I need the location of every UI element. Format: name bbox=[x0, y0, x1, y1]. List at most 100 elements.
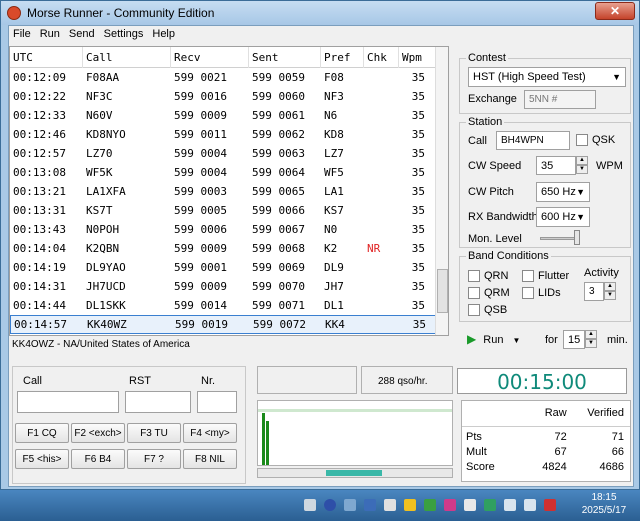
score-cell: Pts bbox=[466, 431, 482, 443]
chevron-up-icon[interactable] bbox=[344, 499, 356, 511]
table-row[interactable]: 00:12:33 N60V 599 0009 599 0061 N6 35 bbox=[10, 106, 448, 125]
qrm-checkbox[interactable] bbox=[468, 287, 480, 299]
table-row[interactable]: 00:12:22 NF3C 599 0016 599 0060 NF3 35 bbox=[10, 87, 448, 106]
col-recv[interactable]: Recv bbox=[171, 47, 249, 68]
table-row[interactable]: 00:14:44 DL1SKK 599 0014 599 0071 DL1 35 bbox=[10, 296, 448, 315]
log-scrollbar[interactable] bbox=[435, 47, 448, 335]
cell-sent: 599 0068 bbox=[252, 242, 305, 255]
activity-field[interactable]: 3 bbox=[584, 282, 604, 301]
table-row[interactable]: 00:13:21 LA1XFA 599 0003 599 0065 LA1 35 bbox=[10, 182, 448, 201]
exchange-field[interactable]: 5NN # bbox=[524, 90, 596, 109]
app-tray-icon[interactable] bbox=[424, 499, 436, 511]
cw-speed-spinner[interactable]: ▲ ▼ bbox=[576, 156, 588, 174]
col-sent[interactable]: Sent bbox=[249, 47, 321, 68]
f4-my-button[interactable]: F4 <my> bbox=[183, 423, 237, 443]
table-row[interactable]: 00:12:09 F08AA 599 0021 599 0059 F08 35 bbox=[10, 68, 448, 87]
lids-checkbox[interactable] bbox=[522, 287, 534, 299]
cell-utc: 00:14:44 bbox=[13, 299, 66, 312]
cell-sent: 599 0066 bbox=[252, 204, 305, 217]
rx-bandwidth-select[interactable]: 600 Hz ▼ bbox=[536, 207, 590, 227]
help-icon[interactable] bbox=[324, 499, 336, 511]
score-row: Score 4824 4686 bbox=[462, 461, 630, 476]
table-row[interactable]: 00:14:57 KK40WZ 599 0019 599 0072 KK4 35 bbox=[10, 315, 448, 334]
col-utc[interactable]: UTC bbox=[10, 47, 83, 68]
run-minutes-field[interactable]: 15 bbox=[563, 330, 585, 349]
mon-level-handle[interactable] bbox=[574, 230, 580, 245]
volume-icon[interactable] bbox=[504, 499, 516, 511]
table-row[interactable]: 00:14:04 K2QBN 599 0009 599 0068 K2 NR 35 bbox=[10, 239, 448, 258]
dropdown-arrow-icon[interactable]: ▼ bbox=[513, 336, 521, 345]
qrn-checkbox[interactable] bbox=[468, 270, 480, 282]
signal-icon[interactable] bbox=[524, 499, 536, 511]
col-pref[interactable]: Pref bbox=[321, 47, 364, 68]
table-row[interactable]: 00:13:43 N0POH 599 0006 599 0067 N0 35 bbox=[10, 220, 448, 239]
table-row[interactable]: 00:14:19 DL9YAO 599 0001 599 0069 DL9 35 bbox=[10, 258, 448, 277]
tuning-indicator[interactable] bbox=[326, 470, 382, 476]
f7-question-button[interactable]: F7 ? bbox=[127, 449, 181, 469]
f6-b4-button[interactable]: F6 B4 bbox=[71, 449, 125, 469]
cw-speed-label: CW Speed bbox=[468, 160, 522, 172]
f1-cq-button[interactable]: F1 CQ bbox=[15, 423, 69, 443]
cell-call: LZ70 bbox=[86, 147, 113, 160]
cw-speed-field[interactable]: 35 bbox=[536, 156, 576, 175]
security-icon[interactable] bbox=[404, 499, 416, 511]
scroll-thumb[interactable] bbox=[437, 269, 448, 313]
tray-clock[interactable]: 18:15 2025/5/17 bbox=[580, 492, 628, 516]
table-row[interactable]: 00:14:31 JH7UCD 599 0009 599 0070 JH7 35 bbox=[10, 277, 448, 296]
menu-help[interactable]: Help bbox=[148, 26, 180, 44]
network-icon[interactable] bbox=[364, 499, 376, 511]
keyboard-icon[interactable] bbox=[304, 499, 316, 511]
cell-pref: KS7 bbox=[324, 204, 344, 217]
run-minutes-spinner[interactable]: ▲ ▼ bbox=[585, 330, 597, 348]
col-wpm[interactable]: Wpm bbox=[399, 47, 429, 68]
f2-exch-button[interactable]: F2 <exch> bbox=[71, 423, 125, 443]
cell-call: KD8NYO bbox=[86, 128, 126, 141]
station-call-field[interactable]: BH4WPN bbox=[496, 131, 570, 150]
qso-log[interactable]: UTC Call Recv Sent Pref Chk Wpm 00:12:09… bbox=[9, 46, 449, 336]
menu-send[interactable]: Send bbox=[65, 26, 100, 44]
menu-run[interactable]: Run bbox=[36, 26, 65, 44]
cell-utc: 00:12:22 bbox=[13, 90, 66, 103]
close-button[interactable]: ✕ bbox=[595, 2, 635, 20]
run-button[interactable]: ▶ Run ▼ bbox=[467, 332, 520, 346]
score-cell: 4686 bbox=[599, 461, 624, 473]
flutter-checkbox[interactable] bbox=[522, 270, 534, 282]
col-chk[interactable]: Chk bbox=[364, 47, 399, 68]
col-call[interactable]: Call bbox=[83, 47, 171, 68]
f8-nil-button[interactable]: F8 NIL bbox=[183, 449, 237, 469]
tuning-bar[interactable] bbox=[257, 468, 453, 478]
menu-file[interactable]: File bbox=[9, 26, 36, 44]
notification-icon[interactable] bbox=[544, 499, 556, 511]
entry-rst-input[interactable] bbox=[125, 391, 191, 413]
f3-tu-button[interactable]: F3 TU bbox=[127, 423, 181, 443]
app-tray-icon-2[interactable] bbox=[444, 499, 456, 511]
cell-pref: K2 bbox=[324, 242, 338, 255]
title-bar[interactable]: Morse Runner - Community Edition ✕ bbox=[1, 1, 639, 25]
entry-call-input[interactable] bbox=[17, 391, 119, 413]
cell-utc: 00:14:04 bbox=[13, 242, 66, 255]
activity-spinner[interactable]: ▲ ▼ bbox=[604, 282, 616, 300]
app-tray-icon-3[interactable] bbox=[464, 499, 476, 511]
table-row[interactable]: 00:12:46 KD8NYO 599 0011 599 0062 KD8 35 bbox=[10, 125, 448, 144]
qsk-checkbox[interactable] bbox=[576, 134, 588, 146]
menu-settings[interactable]: Settings bbox=[100, 26, 149, 44]
cell-utc: 00:14:19 bbox=[13, 261, 66, 274]
qsb-checkbox[interactable] bbox=[468, 304, 480, 316]
contest-select[interactable]: HST (High Speed Test) ▼ bbox=[468, 67, 626, 87]
cell-pref: KD8 bbox=[324, 128, 344, 141]
app-tray-icon-4[interactable] bbox=[484, 499, 496, 511]
lids-label: LIDs bbox=[538, 287, 561, 299]
score-cell: 67 bbox=[554, 446, 567, 458]
cw-pitch-select[interactable]: 650 Hz ▼ bbox=[536, 182, 590, 202]
cell-sent: 599 0070 bbox=[252, 280, 305, 293]
cell-utc: 00:14:57 bbox=[14, 318, 67, 331]
contest-select-value: HST (High Speed Test) bbox=[473, 71, 586, 83]
cell-call: KK40WZ bbox=[87, 318, 127, 331]
usb-icon[interactable] bbox=[384, 499, 396, 511]
table-row[interactable]: 00:13:08 WF5K 599 0004 599 0064 WF5 35 bbox=[10, 163, 448, 182]
f5-his-button[interactable]: F5 <his> bbox=[15, 449, 69, 469]
table-row[interactable]: 00:12:57 LZ70 599 0004 599 0063 LZ7 35 bbox=[10, 144, 448, 163]
table-row[interactable]: 00:13:31 KS7T 599 0005 599 0066 KS7 35 bbox=[10, 201, 448, 220]
entry-nr-input[interactable] bbox=[197, 391, 237, 413]
score-cell: 71 bbox=[611, 431, 624, 443]
